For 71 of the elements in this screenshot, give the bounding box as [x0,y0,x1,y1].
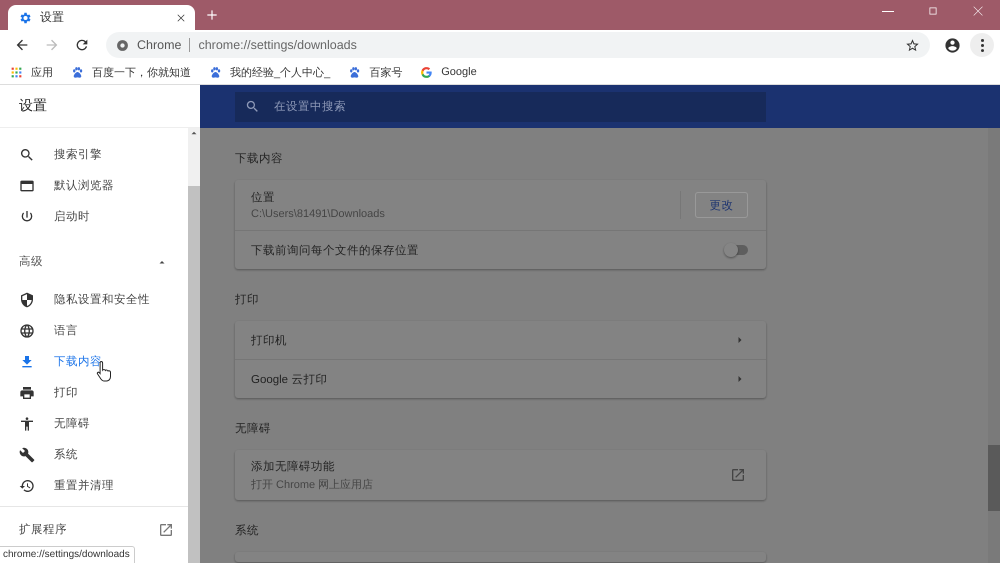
scrollbar[interactable] [988,128,1000,563]
settings-row[interactable]: Google 云打印 [235,359,766,398]
wrench-icon [19,446,35,462]
tab-close-icon [175,12,187,24]
sidebar-item[interactable]: 系统 [0,439,188,470]
minimize-icon [882,10,894,12]
power-icon [19,208,35,224]
sidebar-item[interactable]: 扩展程序 [0,514,188,545]
history-icon [19,478,35,494]
person-icon [19,416,35,432]
section-label: 高级 [19,254,43,269]
menu-icon [980,38,984,52]
settings-row[interactable]: 添加无障碍功能 打开 Chrome 网上应用店 [235,450,766,500]
globe-icon [19,322,35,338]
browser-tab[interactable]: 设置 [8,5,195,30]
setting-label: 添加无障碍功能 [251,460,336,474]
setting-label: 位置 [251,190,276,205]
forward-arrow-icon [44,37,60,53]
google-logo-icon [420,66,434,78]
back-arrow-icon [14,37,30,53]
star-icon [905,38,920,52]
status-url: chrome://settings/downloads [3,549,130,560]
bookmark[interactable]: Google [420,66,477,78]
address-bar[interactable]: Chrome chrome://settings/downloads [106,32,930,58]
external-link-icon [158,522,174,538]
close-icon [970,4,984,18]
maximize-icon [926,5,938,17]
advanced-toggle[interactable]: 高级 [0,239,188,284]
setting-label: 打印机 [251,334,288,348]
paw-icon [209,66,222,78]
plus-icon [205,8,219,22]
menu-button[interactable] [970,33,994,57]
search-icon [19,146,35,162]
sidebar-item[interactable]: 默认浏览器 [0,170,188,201]
setting-label: 下载前询问每个文件的保存位置 [251,244,420,258]
toggle-switch[interactable] [724,243,748,257]
gear-icon [18,10,32,24]
bookmark[interactable]: 我的经验_个人中心_ [209,64,330,80]
paw-icon [71,66,84,78]
paw-icon [348,66,362,78]
reload-icon [74,37,90,53]
setting-value: C:\Users\81491\Downloads [251,208,386,220]
sidebar-item[interactable]: 隐私设置和安全性 [0,284,188,315]
sidebar-item[interactable]: 启动时 [0,201,188,232]
sidebar-label: 扩展程序 [19,522,67,537]
setting-label: Google 云打印 [251,372,328,386]
bookmark[interactable]: 百家号 [348,64,402,80]
sidebar-item[interactable]: 语言 [0,315,188,346]
setting-value: 打开 Chrome 网上应用店 [251,478,374,492]
browser-window-icon [19,178,35,194]
bookmark[interactable]: 百度一下，你就知道 [71,64,191,80]
search-icon [245,99,260,114]
account-icon [944,36,960,54]
search-field[interactable]: 在设置中搜索 [235,92,766,122]
shield-icon [19,292,35,308]
sidebar-item[interactable]: 无障碍 [0,408,188,439]
printer-icon [19,384,35,400]
section-title: 系统 [235,523,260,539]
bookmark[interactable]: 应用 [10,64,53,80]
apps-grid-icon [10,66,23,78]
section-title: 无障碍 [235,422,272,437]
sidebar-item[interactable]: 打印 [0,377,188,408]
chrome-logo-icon [116,38,129,52]
settings-row[interactable]: 打印机 [235,321,766,359]
section-title: 下载内容 [235,151,284,167]
scrollbar[interactable] [188,128,200,563]
sidebar-item[interactable]: 重置并清理 [0,470,188,501]
sidebar-item[interactable]: 搜索引擎 [0,139,188,170]
external-link-icon [730,467,746,483]
sidebar-item[interactable]: 下载内容 [0,346,188,377]
section-title: 打印 [235,292,260,308]
